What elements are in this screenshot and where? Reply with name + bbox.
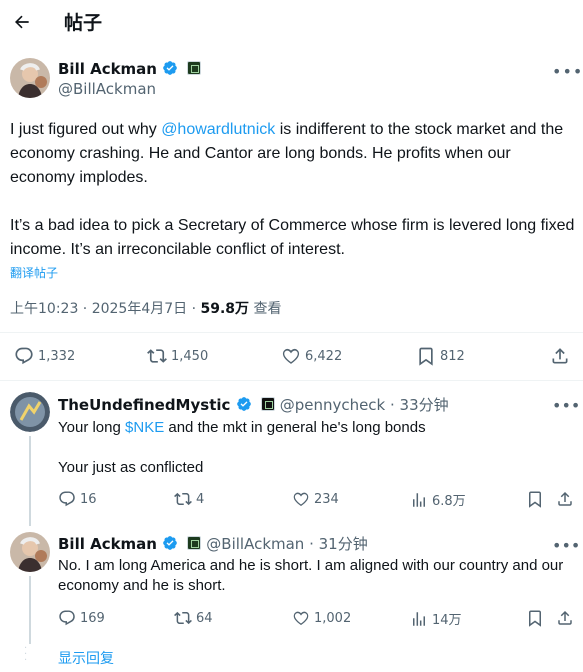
avatar[interactable]	[10, 392, 50, 432]
repost-count: 1,450	[171, 348, 209, 364]
reply-icon	[58, 490, 80, 508]
share-icon	[556, 490, 578, 508]
reply-text-part: Your long	[58, 419, 126, 436]
view-count: 6.8万	[432, 494, 466, 509]
avatar[interactable]	[10, 532, 50, 572]
like-count: 234	[314, 491, 339, 507]
views-label: 查看	[249, 301, 282, 317]
divider	[0, 332, 583, 333]
divider	[0, 380, 583, 381]
author-name[interactable]: TheUndefinedMystic	[58, 396, 230, 414]
reply-header: TheUndefinedMystic @pennycheck · 33分钟	[58, 394, 449, 415]
share-icon	[550, 346, 574, 366]
verified-badge-icon	[162, 60, 178, 76]
like-count: 1,002	[314, 610, 352, 626]
like-count: 6,422	[305, 348, 343, 364]
tweet-paragraph: It’s a bad idea to pick a Secretary of C…	[10, 217, 575, 258]
view-count: 14万	[432, 613, 462, 628]
views-chart-icon	[410, 610, 432, 628]
reply-count: 16	[80, 491, 97, 507]
like-button[interactable]: 1,002	[292, 609, 351, 627]
back-button[interactable]	[6, 6, 38, 38]
bookmark-button[interactable]	[526, 490, 548, 508]
mention-link[interactable]: @howardlutnick	[161, 121, 275, 138]
share-button[interactable]	[556, 490, 578, 508]
reply-button[interactable]: 169	[58, 609, 105, 627]
views-button[interactable]: 6.8万	[410, 490, 466, 509]
verified-badge-icon	[236, 396, 252, 412]
repost-icon	[174, 609, 196, 627]
thread-line	[29, 576, 31, 644]
thread-dots: · · ·	[24, 643, 28, 666]
author-name[interactable]: Bill Ackman	[58, 535, 157, 553]
reply-text: No. I am long America and he is short. I…	[58, 557, 564, 594]
views-button[interactable]: 14万	[410, 609, 462, 628]
arrow-left-icon	[12, 12, 32, 32]
heart-icon	[281, 346, 305, 366]
views-chart-icon	[410, 491, 432, 509]
reply-icon	[14, 346, 38, 366]
reply-timestamp[interactable]: · 33分钟	[385, 396, 449, 414]
page-title: 帖子	[64, 12, 103, 34]
bookmark-icon	[526, 609, 548, 627]
author-handle[interactable]: @BillAckman	[206, 535, 304, 553]
avatar[interactable]	[10, 58, 50, 98]
view-count: 59.8万	[200, 301, 250, 317]
reply-icon	[58, 609, 80, 627]
top-bar: 帖子	[0, 0, 583, 44]
affiliate-badge-icon[interactable]	[187, 61, 202, 75]
repost-button[interactable]: 4	[174, 490, 204, 508]
tweet-text-part: I just figured out why	[10, 121, 162, 138]
heart-icon	[292, 609, 314, 627]
author-name-text[interactable]: Bill Ackman	[58, 60, 157, 78]
repost-icon	[174, 490, 196, 508]
reply-text: Your long $NKE and the mkt in general he…	[58, 418, 568, 438]
more-options-icon[interactable]: •••	[552, 536, 580, 555]
translate-post-link[interactable]: 翻译帖子	[10, 264, 58, 281]
author-name[interactable]: Bill Ackman	[58, 60, 202, 78]
share-button[interactable]	[550, 346, 574, 366]
like-button[interactable]: 6,422	[281, 346, 342, 366]
repost-icon	[147, 346, 171, 366]
share-button[interactable]	[556, 609, 578, 627]
tweet-metadata: 上午10:23 · 2025年4月7日 · 59.8万 查看	[10, 298, 282, 318]
tweet-timestamp[interactable]: 上午10:23 · 2025年4月7日 ·	[10, 301, 201, 317]
share-icon	[556, 609, 578, 627]
repost-count: 64	[196, 610, 213, 626]
bookmark-icon	[526, 490, 548, 508]
cashtag-link[interactable]: $NKE	[125, 419, 164, 436]
reply-header: Bill Ackman @BillAckman · 31分钟	[58, 533, 368, 554]
bookmark-button[interactable]: 812	[416, 346, 465, 366]
reply-button[interactable]: 16	[58, 490, 97, 508]
more-options-icon[interactable]: •••	[552, 396, 580, 415]
show-replies-link[interactable]: 显示回复	[58, 648, 114, 668]
bookmark-button[interactable]	[526, 609, 548, 627]
author-handle[interactable]: @pennycheck	[280, 396, 386, 414]
like-button[interactable]: 234	[292, 490, 339, 508]
reply-button[interactable]: 1,332	[14, 346, 75, 366]
more-options-icon[interactable]: •••	[552, 62, 582, 81]
reply-count: 1,332	[38, 348, 76, 364]
reply-text-line: Your just as conflicted	[58, 459, 204, 476]
bookmark-count: 812	[440, 348, 465, 364]
tweet-text: I just figured out why @howardlutnick is…	[10, 118, 575, 262]
affiliate-badge-icon[interactable]	[187, 536, 202, 550]
bookmark-icon	[416, 346, 440, 366]
author-handle[interactable]: @BillAckman	[58, 80, 156, 98]
repost-button[interactable]: 1,450	[147, 346, 208, 366]
reply-text-part: and the mkt in general he's long bonds	[164, 419, 426, 436]
verified-badge-icon	[162, 535, 178, 551]
reply-count: 169	[80, 610, 105, 626]
thread-line	[29, 436, 31, 526]
affiliate-badge-icon[interactable]	[260, 397, 275, 411]
repost-button[interactable]: 64	[174, 609, 213, 627]
heart-icon	[292, 490, 314, 508]
reply-timestamp[interactable]: · 31分钟	[304, 535, 368, 553]
repost-count: 4	[196, 491, 205, 507]
